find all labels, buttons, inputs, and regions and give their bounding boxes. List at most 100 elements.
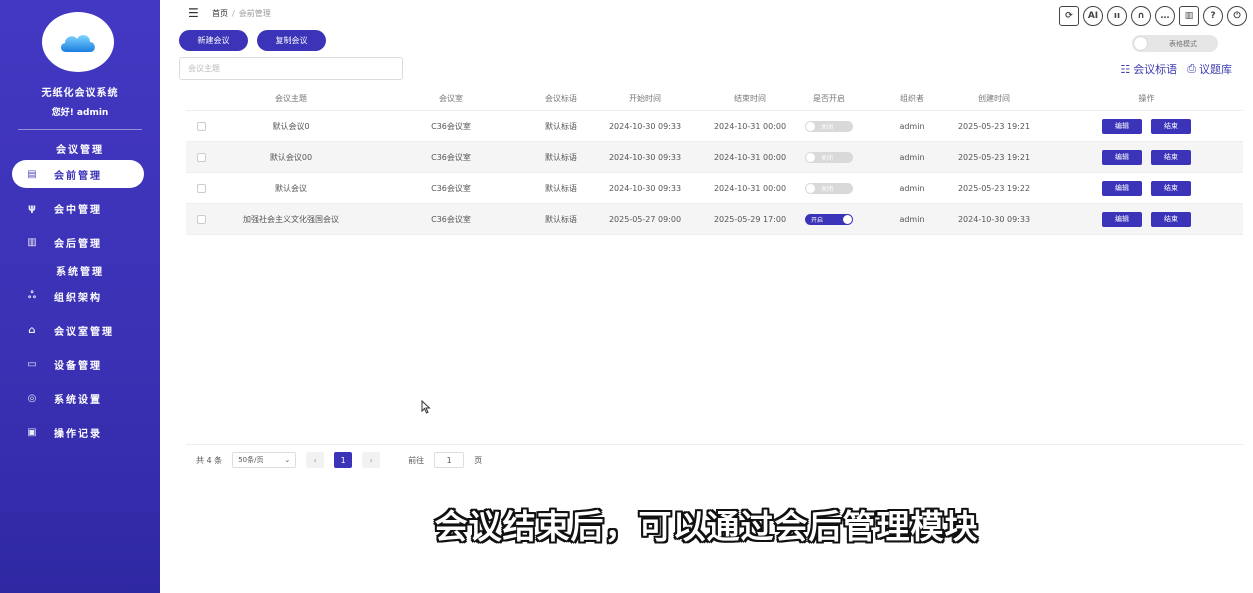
cloud-logo-icon [60, 35, 95, 52]
sidebar-item-device[interactable]: ▭ 设备管理 [12, 350, 144, 378]
cell-created: 2025-05-23 19:21 [957, 152, 1031, 162]
edit-button[interactable]: 编辑 [1102, 180, 1142, 196]
checkbox[interactable] [196, 183, 206, 193]
checkbox[interactable] [196, 121, 206, 131]
logo [42, 12, 114, 72]
cell-topic: 加强社会主义文化强国会议 [243, 214, 339, 224]
power-icon[interactable]: ⏻ [1227, 6, 1247, 26]
cell-enabled: 关闭 [799, 142, 859, 172]
prev-page-button[interactable]: ‹ [306, 452, 325, 468]
device-icon: ▭ [27, 358, 39, 370]
chat-icon[interactable]: … [1155, 6, 1175, 26]
finish-button[interactable]: 结束 [1151, 180, 1191, 196]
checkbox[interactable] [196, 152, 206, 162]
edit-button[interactable]: 编辑 [1102, 149, 1142, 165]
room-icon: ⌂ [28, 324, 38, 336]
voice-icon[interactable]: ıı [1107, 6, 1127, 26]
col-organizer: 组织者 [900, 93, 924, 103]
sidebar-item-in-meeting[interactable]: ψ 会中管理 [12, 194, 144, 222]
log-icon: ▣ [27, 426, 39, 438]
row-checkbox[interactable] [194, 204, 208, 234]
refresh-icon[interactable]: ⟳ [1059, 6, 1079, 26]
topic-library-link[interactable]: ⎙ 议题库 [1187, 61, 1232, 77]
mouse-cursor-icon [421, 400, 431, 414]
col-actions: 操作 [1138, 93, 1155, 103]
meeting-table: 会议主题 会议室 会议标语 开始时间 结束时间 是否开启 组织者 创建时间 操作… [186, 86, 1243, 235]
edit-button[interactable]: 编辑 [1102, 118, 1142, 134]
cell-start: 2024-10-30 09:33 [608, 152, 682, 162]
finish-button[interactable]: 结束 [1151, 149, 1191, 165]
sidebar-item-label: 会中管理 [54, 204, 102, 216]
chart-icon[interactable]: ▥ [1179, 6, 1199, 26]
total-count: 共 4 条 [196, 455, 223, 465]
sidebar: 无纸化会议系统 您好! admin 会议管理 ▤ 会前管理 ψ 会中管理 ▥ 会… [0, 0, 160, 593]
menu-toggle-icon[interactable]: ☰ [188, 6, 199, 20]
calendar-icon: ▤ [27, 168, 39, 180]
page-size-select[interactable]: 50条/页 ⌄ [232, 452, 297, 468]
finish-button[interactable]: 结束 [1151, 118, 1191, 134]
col-topic: 会议主题 [275, 93, 307, 103]
copy-meeting-button[interactable]: 复制会议 [257, 30, 326, 51]
row-checkbox[interactable] [194, 142, 208, 172]
table-mode-toggle[interactable]: 表格模式 [1132, 35, 1218, 52]
enable-switch[interactable]: 开启 [805, 213, 853, 225]
row-checkbox[interactable] [194, 173, 208, 203]
enable-switch[interactable]: 关闭 [805, 120, 853, 132]
switch-label: 关闭 [821, 154, 834, 162]
sidebar-item-label: 系统设置 [54, 394, 102, 406]
sidebar-item-label: 会前管理 [54, 170, 102, 182]
cell-room: C36会议室 [431, 183, 471, 193]
sidebar-item-log[interactable]: ▣ 操作记录 [12, 418, 144, 446]
search-input[interactable]: 会议主题 [179, 57, 403, 80]
topic-link-label: 议题库 [1199, 63, 1232, 76]
cell-room: C36会议室 [431, 214, 471, 224]
goto-page-input[interactable]: 1 [434, 452, 465, 468]
sidebar-item-pre-meeting[interactable]: ▤ 会前管理 [12, 160, 144, 188]
video-caption: 会议结束后，可以通过会后管理模块 [434, 507, 979, 546]
banner-link[interactable]: ☷ 会议标语 [1120, 61, 1177, 77]
sidebar-item-settings[interactable]: ◎ 系统设置 [12, 384, 144, 412]
cell-topic: 默认会议0 [272, 121, 310, 131]
document-icon: ▥ [27, 236, 39, 248]
cell-end: 2024-10-31 00:00 [713, 183, 787, 193]
cell-room: C36会议室 [431, 152, 471, 162]
table-row: 默认会议00 C36会议室 默认标语 2024-10-30 09:33 2024… [186, 142, 1243, 173]
table-row: 加强社会主义文化强国会议 C36会议室 默认标语 2025-05-27 09:0… [186, 204, 1243, 235]
signal-icon: ψ [28, 202, 38, 214]
cell-start: 2024-10-30 09:33 [608, 121, 682, 131]
switch-knob [843, 214, 852, 224]
edit-button[interactable]: 编辑 [1102, 211, 1142, 227]
breadcrumb-current: 会前管理 [238, 9, 271, 18]
breadcrumb-home[interactable]: 首页 [212, 9, 228, 18]
toggle-knob [1134, 37, 1147, 50]
headset-icon[interactable]: ∩ [1131, 6, 1151, 26]
cell-organizer: admin [899, 121, 925, 131]
checkbox[interactable] [196, 214, 206, 224]
help-icon[interactable]: ? [1203, 6, 1223, 26]
breadcrumb-separator: / [232, 9, 235, 18]
sidebar-divider [18, 129, 142, 130]
row-checkbox[interactable] [194, 111, 208, 141]
switch-label: 开启 [811, 216, 824, 224]
cell-topic: 默认会议 [275, 183, 307, 193]
col-enabled: 是否开启 [813, 93, 845, 103]
enable-switch[interactable]: 关闭 [805, 182, 853, 194]
sidebar-group-meeting: 会议管理 [56, 145, 104, 156]
cell-banner: 默认标语 [545, 183, 577, 193]
sidebar-item-org[interactable]: ஃ 组织架构 [12, 282, 144, 310]
sidebar-item-room[interactable]: ⌂ 会议室管理 [12, 316, 144, 344]
cell-end: 2024-10-31 00:00 [713, 121, 787, 131]
cell-end: 2025-05-29 17:00 [713, 214, 787, 224]
new-meeting-button[interactable]: 新建会议 [179, 30, 248, 51]
switch-knob [806, 183, 815, 193]
cell-organizer: admin [899, 152, 925, 162]
finish-button[interactable]: 结束 [1151, 211, 1191, 227]
cell-enabled: 关闭 [799, 111, 859, 141]
sidebar-item-post-meeting[interactable]: ▥ 会后管理 [12, 228, 144, 256]
toolbar-links: ☷ 会议标语 ⎙ 议题库 [1120, 61, 1232, 77]
cell-banner: 默认标语 [545, 214, 577, 224]
next-page-button[interactable]: › [362, 452, 381, 468]
enable-switch[interactable]: 关闭 [805, 151, 853, 163]
ai-icon[interactable]: AI [1083, 6, 1103, 26]
page-number-button[interactable]: 1 [334, 452, 353, 468]
